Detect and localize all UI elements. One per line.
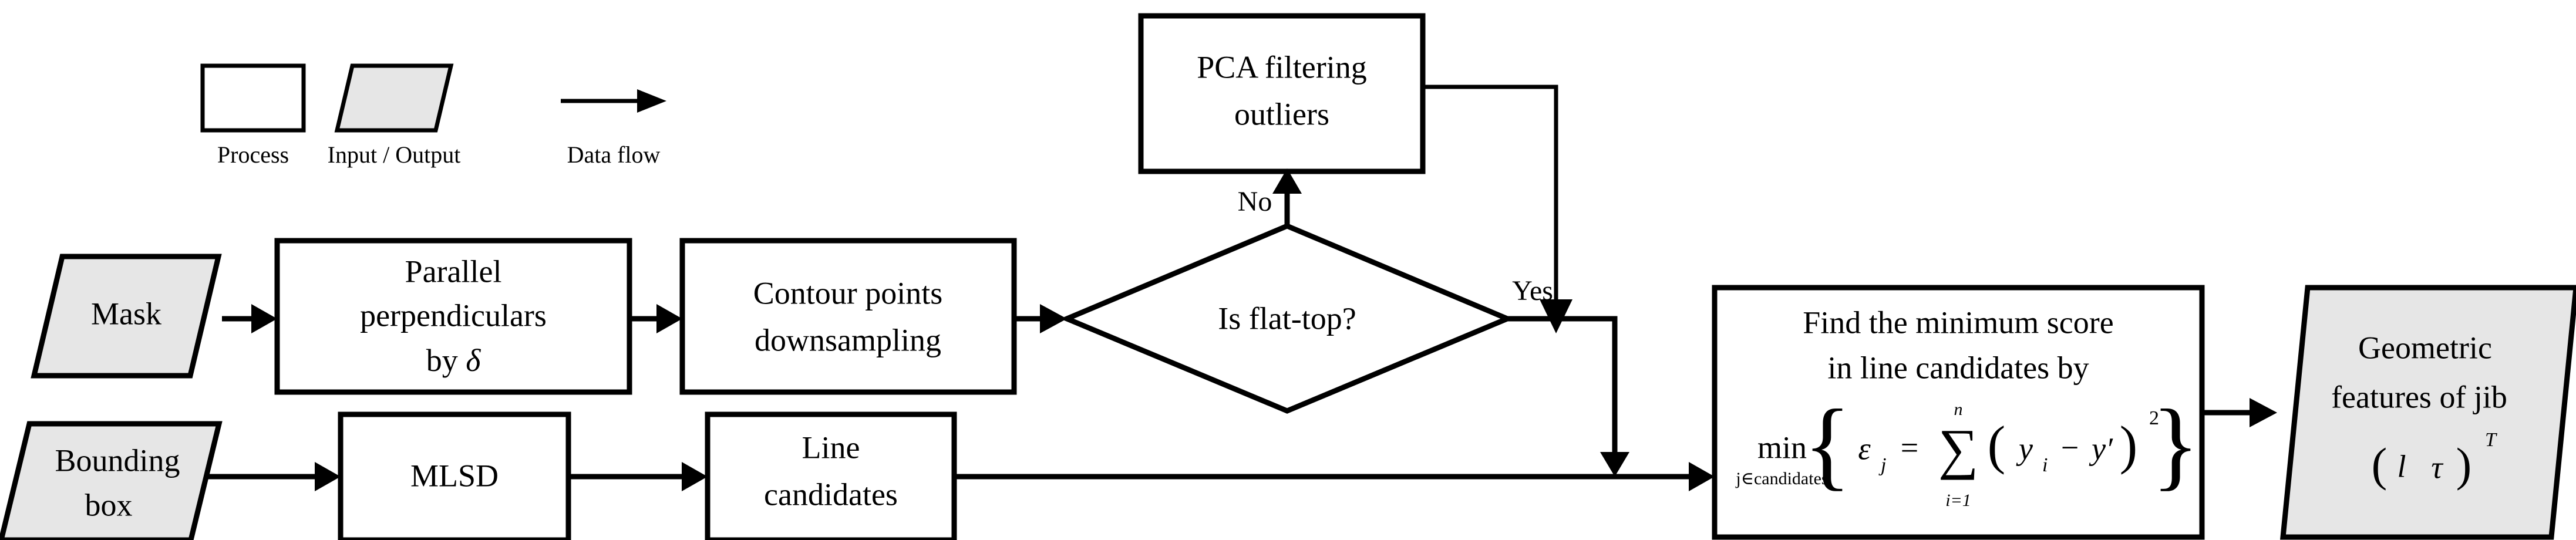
node-line-candidates[interactable]: Line candidates [705,411,957,540]
legend-item-dataflow: Data flow [561,89,666,168]
branch-label-no: No [1238,186,1272,217]
edge-contour-to-decision [1014,304,1067,333]
edge-arrowhead [251,304,277,333]
legend-dataflow-label: Data flow [567,141,661,168]
formula-paren-open: ( [1988,415,2006,475]
contour-downsampling-box [679,238,1017,395]
formula-minus: − [2061,430,2079,465]
legend-process-label: Process [217,141,289,168]
node-find-min-score[interactable]: Find the minimum score in line candidate… [1712,285,2205,540]
flowchart-canvas: Process Input / Output Data flow PCA fil… [0,0,2576,540]
edge-min-score-to-geometric-features [2202,398,2277,427]
legend-item-io: Input / Output [328,63,461,168]
edge-mask-to-parallel [222,304,277,333]
node-pca-filtering[interactable]: PCA filtering outliers [1138,13,1426,174]
line-candidates-label-line2: candidates [764,477,898,512]
edge-arrowhead [682,462,708,491]
contour-downsampling-label-line2: downsampling [755,322,941,357]
gf-symbol-tau: τ [2431,450,2443,485]
edge-mlsd-to-line-candidates [568,462,708,491]
node-contour-downsampling[interactable]: Contour points downsampling [679,238,1017,395]
find-min-score-label-line1: Find the minimum score [1803,305,2113,340]
parallel-perpendiculars-by-text: by [426,343,466,378]
gf-superscript-T: T [2485,429,2497,451]
parallel-perpendiculars-label-line3: by δ [426,343,481,378]
pca-filtering-box [1138,13,1426,174]
edge-decision-no-to-pca: No [1238,168,1302,226]
legend-item-process: Process [200,63,306,168]
delta-symbol: δ [466,343,481,378]
branch-label-yes: Yes [1512,275,1553,306]
legend: Process Input / Output Data flow [200,63,666,168]
gf-symbol-l: l [2397,448,2406,484]
flowchart-svg: Process Input / Output Data flow PCA fil… [0,13,2576,540]
edge-parallel-to-contour [629,304,682,333]
geometric-features-label-line2: features of jib [2331,379,2507,414]
edge-path [1423,85,1558,299]
formula-term2: y′ [2089,431,2113,466]
pca-filtering-label-line1: PCA filtering [1197,49,1367,85]
bounding-box-label-line2: box [85,487,133,522]
formula-sum-symbol: ∑ [1938,417,1978,480]
contour-downsampling-label-line1: Contour points [753,275,943,310]
edge-path [1507,316,1618,452]
node-bounding-box[interactable]: Bounding box [0,421,223,540]
edge-line-candidates-to-min-score [954,462,1715,491]
legend-io-label: Input / Output [328,141,461,168]
legend-io-shape [334,63,454,133]
bounding-box-label-line1: Bounding [55,443,180,478]
gf-paren-close: ) [2456,439,2472,491]
legend-process-shape [200,63,306,133]
edge-arrowhead [1600,452,1629,477]
edge-arrowhead [1689,462,1715,491]
edge-bounding-to-mlsd [207,462,341,491]
parallel-perpendiculars-label-line2: perpendiculars [360,298,547,333]
node-mlsd[interactable]: MLSD [338,411,571,540]
formula-epsilon: ε [1858,431,1871,466]
mlsd-label: MLSD [410,458,499,493]
mask-label: Mask [91,296,161,331]
legend-dataflow-arrowhead [637,89,666,113]
formula-sum-lower: i=1 [1945,491,1971,510]
formula-equals: = [1901,430,1918,465]
formula-term1-subscript: i [2042,454,2048,476]
is-flat-top-label: Is flat-top? [1218,301,1356,336]
formula-brace-close: } [2151,389,2200,500]
parallel-perpendiculars-label-line1: Parallel [405,254,502,289]
node-geometric-features[interactable]: Geometric features of jib ( l τ ) T [2280,285,2576,540]
edge-arrowhead [656,304,682,333]
formula-min-operator: min [1757,430,1807,465]
node-parallel-perpendiculars[interactable]: Parallel perpendiculars by δ [274,238,632,395]
gf-paren-open: ( [2372,439,2388,491]
pca-filtering-label-line2: outliers [1234,96,1329,131]
formula-sum-upper: n [1954,400,1963,419]
geometric-features-label-line1: Geometric [2358,330,2492,365]
formula-brace-open: { [1803,389,1851,500]
edge-arrowhead [315,462,341,491]
formula-term1: y [2016,431,2033,466]
formula-paren-close: ) [2120,415,2138,475]
line-candidates-label-line1: Line [802,430,860,465]
edge-arrowhead [2250,398,2277,427]
find-min-score-label-line2: in line candidates by [1827,350,2089,385]
node-is-flat-top[interactable]: Is flat-top? [1060,223,1514,414]
node-mask[interactable]: Mask [31,254,222,379]
